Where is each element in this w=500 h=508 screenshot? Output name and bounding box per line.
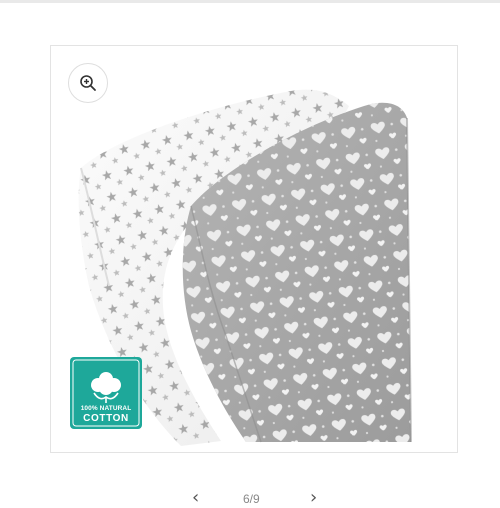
zoom-in-icon	[80, 75, 96, 91]
badge-line-2: COTTON	[83, 413, 129, 424]
chevron-right-icon[interactable]: ›	[310, 487, 317, 508]
natural-cotton-badge: 100% NATURAL COTTON	[70, 357, 142, 429]
image-counter: 6/9	[243, 492, 260, 506]
product-gallery: 100% NATURAL COTTON	[50, 45, 458, 453]
top-divider	[0, 0, 500, 3]
zoom-button[interactable]	[68, 63, 108, 103]
badge-line-1: 100% NATURAL	[80, 405, 132, 412]
chevron-left-icon[interactable]: ‹	[192, 487, 199, 508]
gallery-pager: ‹ 6/9 ›	[0, 487, 500, 508]
